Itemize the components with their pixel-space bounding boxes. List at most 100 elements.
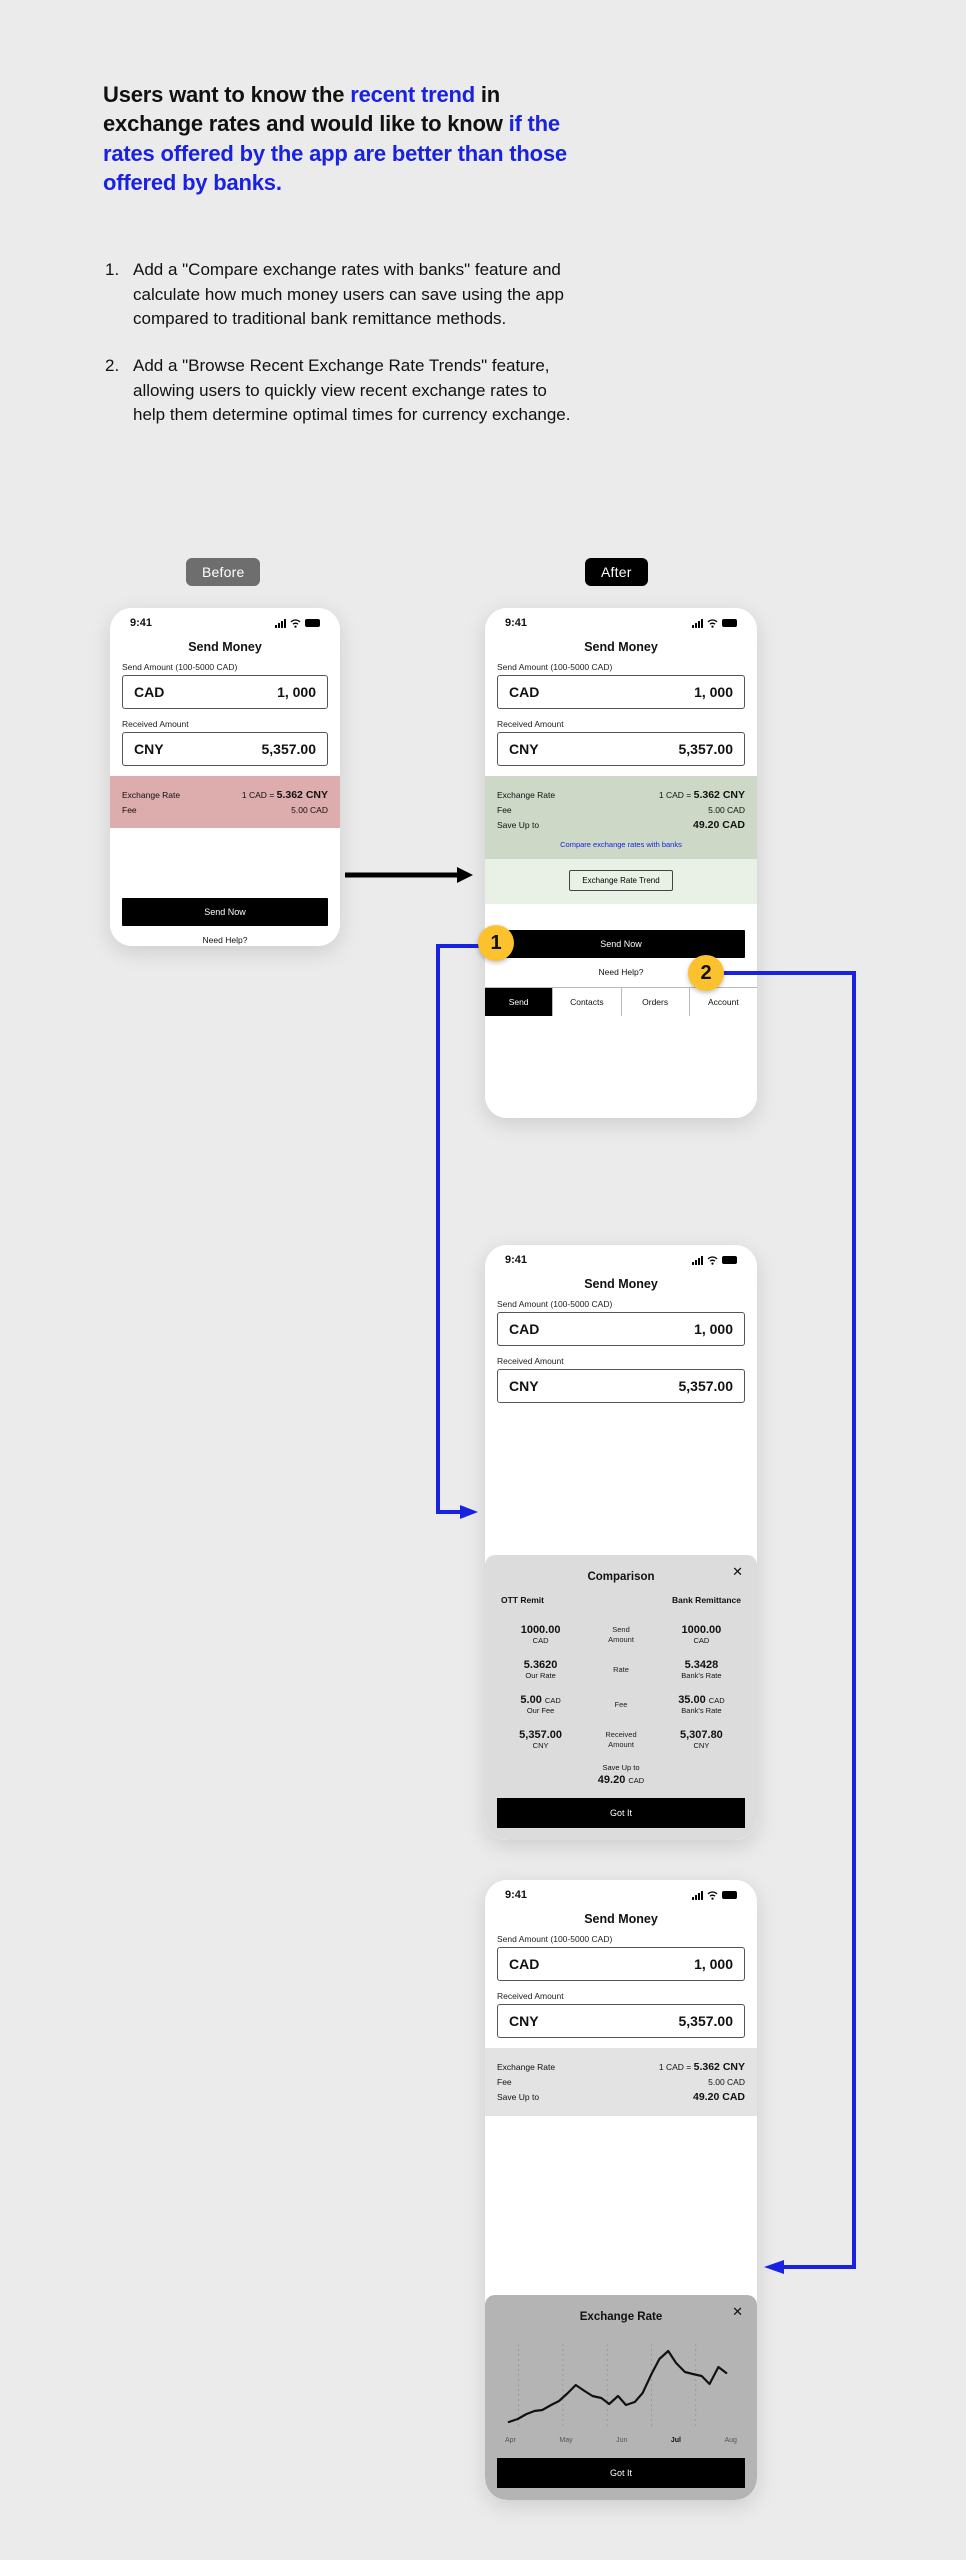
fee-row: Fee 5.00 CAD bbox=[497, 805, 745, 815]
bank-cell: 5,307.80 CNY bbox=[662, 1729, 741, 1750]
battery-icon bbox=[722, 619, 737, 627]
connector-2-top-horizontal bbox=[722, 971, 856, 975]
status-bar: 9:41 bbox=[485, 1245, 757, 1268]
send-now-button[interactable]: Send Now bbox=[122, 898, 328, 926]
tab-send[interactable]: Send bbox=[485, 988, 554, 1016]
before-label: Before bbox=[186, 558, 261, 586]
requirement-text: Add a "Browse Recent Exchange Rate Trend… bbox=[133, 355, 571, 425]
send-amount-input[interactable]: CAD 1, 000 bbox=[497, 675, 745, 709]
send-currency: CAD bbox=[509, 1956, 540, 1972]
connector-2-arrowhead bbox=[764, 2260, 784, 2274]
signal-icon bbox=[275, 618, 286, 628]
content-spacer bbox=[110, 828, 340, 886]
status-bar: 9:41 bbox=[485, 1880, 757, 1903]
rate-summary-block: Exchange Rate 1 CAD = 5.362 CNY Fee 5.00… bbox=[485, 776, 757, 859]
ott-unit: CAD bbox=[544, 1696, 561, 1705]
column-header-bank: Bank Remittance bbox=[672, 1595, 741, 1605]
phone-before: 9:41 Send Money Send Amount (100-5000 CA… bbox=[110, 608, 340, 946]
connector-1-vertical bbox=[436, 944, 440, 1514]
received-amount-label: Received Amount bbox=[122, 719, 189, 729]
status-time: 9:41 bbox=[505, 1254, 528, 1266]
fee-label: Fee bbox=[497, 805, 512, 815]
received-amount-input[interactable]: CNY 5,357.00 bbox=[497, 732, 745, 766]
exchange-rate-number: 5.362 CNY bbox=[276, 789, 328, 801]
send-currency: CAD bbox=[134, 684, 165, 700]
exchange-rate-trend-button[interactable]: Exchange Rate Trend bbox=[569, 870, 673, 891]
ott-sub: CAD bbox=[532, 1636, 549, 1645]
chart-gridlines bbox=[518, 2344, 697, 2429]
send-amount-input[interactable]: CAD 1, 000 bbox=[497, 1947, 745, 1981]
received-currency: CNY bbox=[134, 741, 164, 757]
trend-header: Exchange Rate ✕ bbox=[497, 2305, 745, 2335]
comparison-row: 1000.00 CAD Send Amount 1000.00 CAD bbox=[497, 1617, 745, 1652]
tab-account[interactable]: Account bbox=[689, 988, 757, 1016]
send-now-button[interactable]: Send Now bbox=[497, 930, 745, 958]
comparison-sheet: Comparison ✕ OTT Remit Bank Remittance 1… bbox=[485, 1555, 757, 1840]
got-it-button[interactable]: Got It bbox=[497, 1798, 745, 1828]
row-label: Rate bbox=[613, 1664, 629, 1674]
bank-cell: 35.00 CAD Bank's Rate bbox=[662, 1694, 741, 1715]
exchange-rate-row: Exchange Rate 1 CAD = 5.362 CNY bbox=[122, 789, 328, 801]
x-tick-aug: Aug bbox=[724, 2437, 737, 2444]
tab-orders[interactable]: Orders bbox=[621, 988, 690, 1016]
screen-after: 9:41 Send Money Send Amount (100-5000 CA… bbox=[485, 608, 757, 1118]
fee-label: Fee bbox=[122, 805, 137, 815]
row-label: Received Amount bbox=[605, 1730, 637, 1749]
close-icon[interactable]: ✕ bbox=[732, 2305, 743, 2318]
fee-label: Fee bbox=[497, 2077, 512, 2087]
exchange-rate-row: Exchange Rate 1 CAD = 5.362 CNY bbox=[497, 2061, 745, 2073]
wifi-icon bbox=[707, 1255, 718, 1265]
status-icons bbox=[692, 1255, 737, 1265]
phone-trend: 9:41 Send Money Send Amount (100-5000 CA… bbox=[485, 1880, 757, 2500]
page-title: Send Money bbox=[188, 640, 262, 654]
received-amount-input[interactable]: CNY 5,357.00 bbox=[122, 732, 328, 766]
send-amount-label: Send Amount (100-5000 CAD) bbox=[497, 1299, 613, 1309]
exchange-rate-value: 1 CAD = 5.362 CNY bbox=[659, 789, 745, 801]
exchange-rate-value: 1 CAD = 5.362 CNY bbox=[242, 789, 328, 801]
close-icon[interactable]: ✕ bbox=[732, 1565, 743, 1578]
ott-cell: 5.3620 Our Rate bbox=[501, 1659, 580, 1680]
bank-amount: 35.00 bbox=[678, 1694, 706, 1706]
exchange-rate-number: 5.362 CNY bbox=[693, 2061, 745, 2073]
got-it-button[interactable]: Got It bbox=[497, 2458, 745, 2488]
exchange-rate-prefix: 1 CAD = bbox=[658, 790, 694, 800]
signal-icon bbox=[692, 618, 703, 628]
rate-summary-block: Exchange Rate 1 CAD = 5.362 CNY Fee 5.00… bbox=[485, 2048, 757, 2116]
fee-value: 5.00 CAD bbox=[708, 805, 745, 815]
comparison-column-headers: OTT Remit Bank Remittance bbox=[497, 1595, 745, 1617]
x-tick-jul: Jul bbox=[670, 2437, 682, 2444]
fee-value: 5.00 CAD bbox=[291, 805, 328, 815]
need-help-link[interactable]: Need Help? bbox=[110, 926, 340, 946]
received-currency: CNY bbox=[509, 2013, 539, 2029]
chart-x-axis: Apr May Jun Jul Aug bbox=[497, 2434, 745, 2444]
tab-contacts[interactable]: Contacts bbox=[553, 988, 622, 1016]
comparison-header: Comparison ✕ bbox=[497, 1565, 745, 1595]
fee-row: Fee 5.00 CAD bbox=[122, 805, 328, 815]
bottom-tab-bar: Send Contacts Orders Account bbox=[485, 987, 757, 1016]
save-up-to-value: 49.20 CAD bbox=[693, 819, 745, 831]
send-value: 1, 000 bbox=[694, 1321, 733, 1337]
bank-cell: 1000.00 CAD bbox=[662, 1624, 741, 1645]
ott-cell: 1000.00 CAD bbox=[501, 1624, 580, 1645]
received-amount-input[interactable]: CNY 5,357.00 bbox=[497, 1369, 745, 1403]
received-amount-input[interactable]: CNY 5,357.00 bbox=[497, 2004, 745, 2038]
compare-rates-link[interactable]: Compare exchange rates with banks bbox=[497, 835, 745, 850]
annotation-badge-2: 2 bbox=[688, 955, 724, 991]
chart-line bbox=[507, 2349, 728, 2424]
bank-sub: CNY bbox=[693, 1741, 710, 1750]
send-amount-input[interactable]: CAD 1, 000 bbox=[122, 675, 328, 709]
exchange-rate-prefix: 1 CAD = bbox=[241, 790, 277, 800]
requirement-item: 2. Add a "Browse Recent Exchange Rate Tr… bbox=[105, 354, 575, 428]
received-value: 5,357.00 bbox=[678, 1378, 734, 1394]
requirements-list: 1. Add a "Compare exchange rates with ba… bbox=[105, 258, 575, 450]
bank-value: 5,307.80 bbox=[679, 1729, 723, 1741]
ott-sub: Our Rate bbox=[525, 1671, 556, 1680]
received-amount-label: Received Amount bbox=[497, 1991, 564, 2001]
send-amount-input[interactable]: CAD 1, 000 bbox=[497, 1312, 745, 1346]
exchange-rate-number: 5.362 CNY bbox=[693, 789, 745, 801]
send-currency: CAD bbox=[509, 1321, 540, 1337]
send-amount-label: Send Amount (100-5000 CAD) bbox=[122, 662, 238, 672]
status-time: 9:41 bbox=[505, 617, 528, 629]
battery-icon bbox=[305, 619, 320, 627]
status-bar: 9:41 bbox=[485, 608, 757, 631]
